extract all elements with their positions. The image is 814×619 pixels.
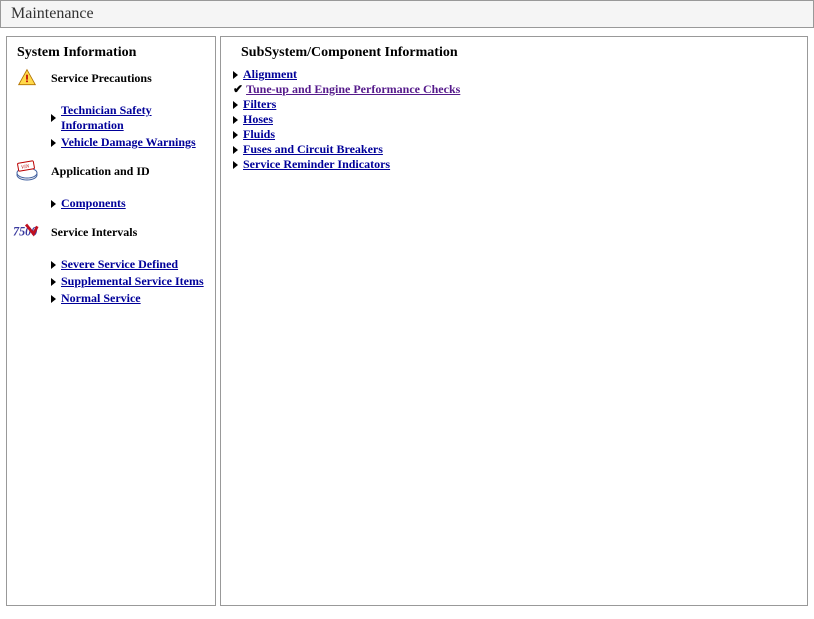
nav-link-normal-service[interactable]: Normal Service [61,291,141,306]
nav-item[interactable]: Normal Service [51,291,209,306]
left-panel-title: System Information [17,45,209,61]
arrow-icon [233,131,238,139]
arrow-icon [233,161,238,169]
arrow-icon [233,146,238,154]
right-panel: SubSystem/Component Information Alignmen… [220,36,808,606]
page-header: Maintenance [0,0,814,28]
nav-link-tech-safety[interactable]: Technician Safety Information [61,103,209,133]
nav-item[interactable]: Supplemental Service Items [51,274,209,289]
section-label: Service Intervals [51,225,137,240]
nav-item[interactable]: ✔ Tune-up and Engine Performance Checks [233,82,801,97]
nav-link-tuneup[interactable]: Tune-up and Engine Performance Checks [246,82,460,97]
nav-item[interactable]: Technician Safety Information [51,103,209,133]
nav-link-components[interactable]: Components [61,196,126,211]
service-interval-icon: 7500 [13,221,41,243]
nav-link-filters[interactable]: Filters [243,97,276,112]
checkmark-icon: ✔ [233,82,243,97]
content-area: System Information Service Precautions T… [6,36,808,606]
arrow-icon [51,200,56,208]
arrow-icon [233,101,238,109]
section-application-id: VIN Application and ID [13,160,209,182]
arrow-icon [51,278,56,286]
section-label: Application and ID [51,164,150,179]
nav-item[interactable]: Components [51,196,209,211]
nav-link-vehicle-damage[interactable]: Vehicle Damage Warnings [61,135,196,150]
arrow-icon [233,116,238,124]
arrow-icon [51,139,56,147]
section-service-precautions: Service Precautions [13,67,209,89]
nav-link-severe-service[interactable]: Severe Service Defined [61,257,178,272]
arrow-icon [51,114,56,122]
nav-item[interactable]: Filters [233,97,801,112]
nav-item[interactable]: Alignment [233,67,801,82]
nav-item[interactable]: Severe Service Defined [51,257,209,272]
nav-link-service-reminder[interactable]: Service Reminder Indicators [243,157,390,172]
nav-link-hoses[interactable]: Hoses [243,112,273,127]
vin-disc-icon: VIN [13,160,41,182]
nav-link-alignment[interactable]: Alignment [243,67,297,82]
arrow-icon [51,261,56,269]
arrow-icon [51,295,56,303]
section-label: Service Precautions [51,71,152,86]
nav-link-fuses[interactable]: Fuses and Circuit Breakers [243,142,383,157]
nav-item[interactable]: Service Reminder Indicators [233,157,801,172]
nav-link-fluids[interactable]: Fluids [243,127,275,142]
left-panel: System Information Service Precautions T… [6,36,216,606]
nav-link-supplemental[interactable]: Supplemental Service Items [61,274,204,289]
warning-icon [13,67,41,89]
section-service-intervals: 7500 Service Intervals [13,221,209,243]
nav-item[interactable]: Hoses [233,112,801,127]
nav-item[interactable]: Vehicle Damage Warnings [51,135,209,150]
arrow-icon [233,71,238,79]
nav-item[interactable]: Fluids [233,127,801,142]
page-title: Maintenance [11,5,94,22]
right-panel-title: SubSystem/Component Information [241,45,801,61]
nav-item[interactable]: Fuses and Circuit Breakers [233,142,801,157]
